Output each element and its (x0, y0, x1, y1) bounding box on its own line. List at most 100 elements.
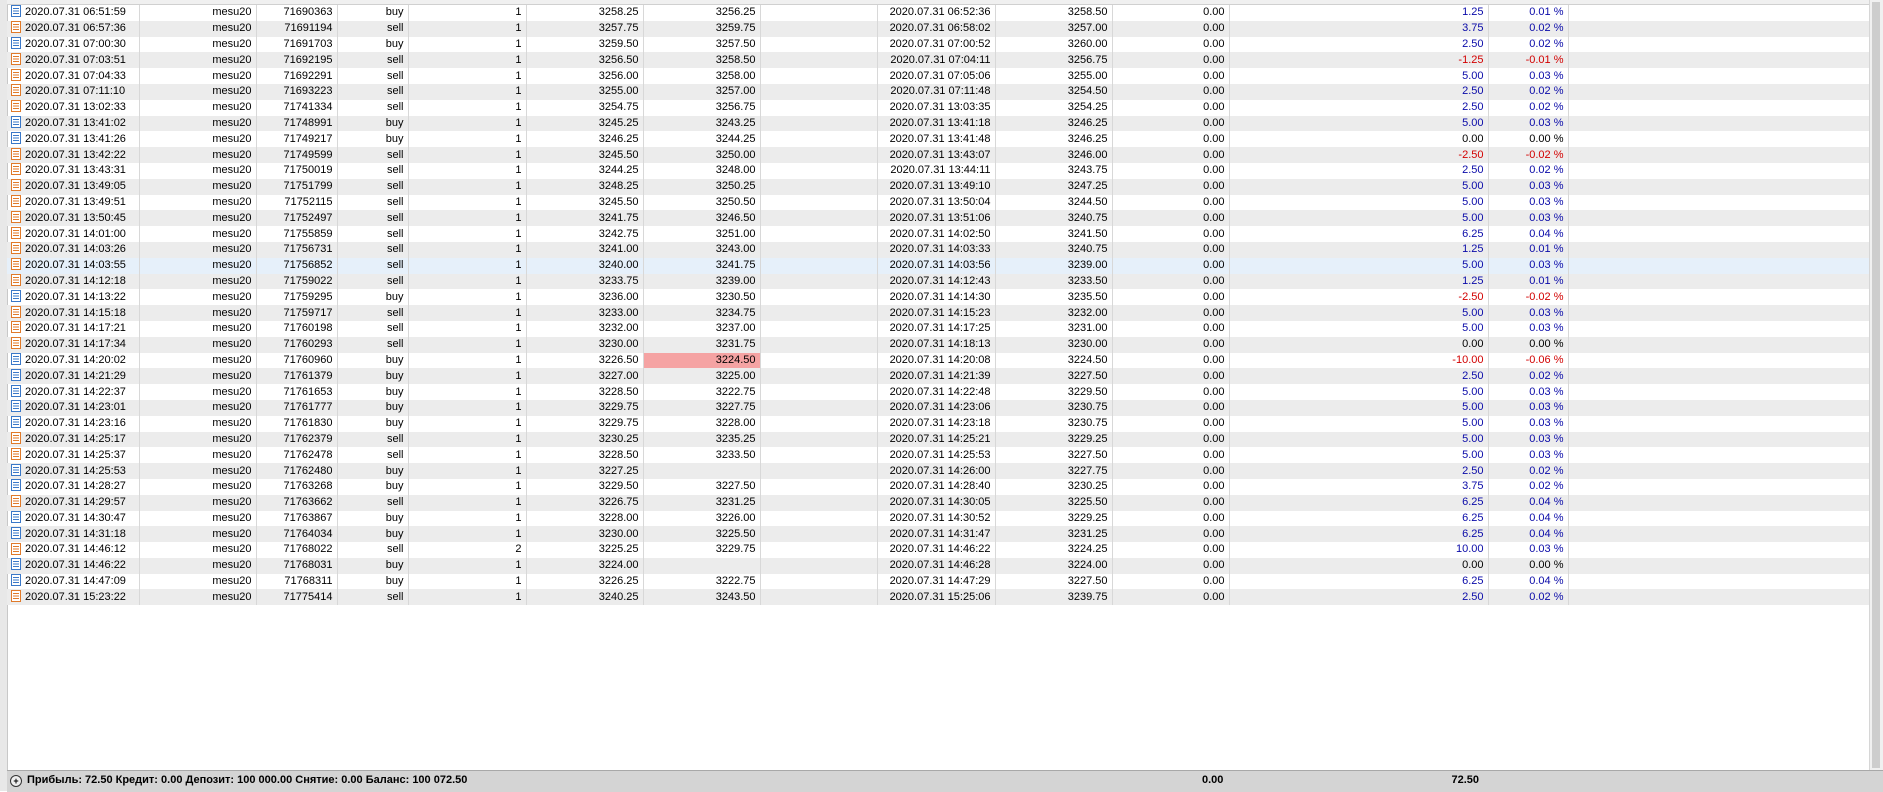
cell-volume: 1 (408, 257, 527, 274)
cell-close-time: 2020.07.31 14:21:39 (877, 368, 996, 385)
cell-type: buy (337, 510, 409, 527)
table-row[interactable]: 2020.07.31 14:31:18 mesu20 71764034 buy 1 323… (7, 526, 1871, 543)
cell-open-time: 2020.07.31 14:13:22 (7, 289, 140, 306)
cell-volume: 1 (408, 573, 527, 590)
cell-ticket: 71752115 (256, 194, 338, 211)
cell-stop-loss (643, 463, 761, 479)
open-time-text: 2020.07.31 14:28:27 (25, 480, 126, 493)
cell-stop-loss: 3230.50 (643, 289, 761, 306)
table-row[interactable]: 2020.07.31 13:41:02 mesu20 71748991 buy 1 324… (7, 115, 1871, 132)
cell-ticket: 71756852 (256, 257, 338, 274)
table-row[interactable]: 2020.07.31 14:46:22 mesu20 71768031 buy 1 322… (7, 557, 1871, 574)
table-row[interactable]: 2020.07.31 14:20:02 mesu20 71760960 buy 1 322… (7, 352, 1871, 369)
cell-symbol: mesu20 (139, 431, 257, 448)
table-row[interactable]: 2020.07.31 14:30:47 mesu20 71763867 buy 1 322… (7, 510, 1871, 527)
cell-profit: 5.00 (1229, 415, 1489, 432)
cell-profit-percent: 0.04 % (1488, 573, 1569, 590)
table-row[interactable]: 2020.07.31 14:46:12 mesu20 71768022 sell 2 32… (7, 542, 1871, 558)
cell-profit: 2.50 (1229, 99, 1489, 116)
open-time-text: 2020.07.31 14:29:57 (25, 496, 126, 509)
open-time-text: 2020.07.31 14:46:22 (25, 559, 126, 572)
table-row[interactable]: 2020.07.31 14:12:18 mesu20 71759022 sell 1 32… (7, 273, 1871, 290)
cell-take-profit (760, 226, 878, 242)
cell-open-price: 3230.00 (526, 526, 644, 543)
cell-type: sell (337, 494, 409, 511)
cell-open-time: 2020.07.31 13:41:02 (7, 115, 140, 132)
cell-profit-percent: 0.03 % (1488, 415, 1569, 432)
table-row[interactable]: 2020.07.31 13:43:31 mesu20 71750019 sell 1 32… (7, 162, 1871, 179)
cell-type: sell (337, 273, 409, 290)
doc-blue-icon (11, 289, 21, 302)
table-row[interactable]: 2020.07.31 13:42:22 mesu20 71749599 sell 1 32… (7, 147, 1871, 163)
table-row[interactable]: 2020.07.31 14:01:00 mesu20 71755859 sell 1 32… (7, 226, 1871, 242)
cell-empty (1568, 273, 1871, 290)
table-row[interactable]: 2020.07.31 14:21:29 mesu20 71761379 buy 1 322… (7, 368, 1871, 385)
cell-symbol: mesu20 (139, 589, 257, 606)
table-row[interactable]: 2020.07.31 14:15:18 mesu20 71759717 sell 1 32… (7, 305, 1871, 321)
table-row[interactable]: 2020.07.31 14:23:16 mesu20 71761830 buy 1 322… (7, 415, 1871, 432)
cell-symbol: mesu20 (139, 557, 257, 574)
table-row[interactable]: 2020.07.31 14:03:26 mesu20 71756731 sell 1 32… (7, 241, 1871, 258)
cell-close-time: 2020.07.31 14:46:22 (877, 542, 996, 558)
table-row[interactable]: 2020.07.31 14:03:55 mesu20 71756852 sell 1 32… (7, 257, 1871, 274)
cell-profit: 6.25 (1229, 494, 1489, 511)
cell-take-profit (760, 115, 878, 132)
table-row[interactable]: 2020.07.31 07:00:30 mesu20 71691703 buy 1 325… (7, 36, 1871, 53)
cell-volume: 1 (408, 526, 527, 543)
table-row[interactable]: 2020.07.31 13:02:33 mesu20 71741334 sell 1 32… (7, 99, 1871, 116)
cell-profit: 1.25 (1229, 241, 1489, 258)
table-row[interactable]: 2020.07.31 14:23:01 mesu20 71761777 buy 1 322… (7, 399, 1871, 416)
cell-ticket: 71760960 (256, 352, 338, 369)
doc-orange-icon (11, 495, 21, 508)
table-row[interactable]: 2020.07.31 14:17:21 mesu20 71760198 sell 1 32… (7, 320, 1871, 337)
cell-open-time: 2020.07.31 13:49:05 (7, 178, 140, 195)
cell-profit-percent: 0.04 % (1488, 510, 1569, 527)
cell-profit-percent: 0.03 % (1488, 399, 1569, 416)
cell-open-price: 3227.25 (526, 463, 644, 479)
cell-stop-loss: 3250.00 (643, 147, 761, 163)
table-row[interactable]: 2020.07.31 13:41:26 mesu20 71749217 buy 1 324… (7, 131, 1871, 148)
cell-stop-loss: 3250.25 (643, 178, 761, 195)
cell-swap: 0.00 (1112, 226, 1230, 242)
table-row[interactable]: 2020.07.31 14:25:17 mesu20 71762379 sell 1 32… (7, 431, 1871, 448)
table-row[interactable]: 2020.07.31 14:29:57 mesu20 71763662 sell 1 32… (7, 494, 1871, 511)
open-time-text: 2020.07.31 14:46:12 (25, 543, 126, 556)
table-row[interactable]: 2020.07.31 07:04:33 mesu20 71692291 sell 1 32… (7, 68, 1871, 84)
cell-stop-loss: 3248.00 (643, 162, 761, 179)
vertical-scrollbar[interactable] (1869, 0, 1883, 770)
cell-swap: 0.00 (1112, 289, 1230, 306)
cell-ticket: 71749599 (256, 147, 338, 163)
cell-symbol: mesu20 (139, 178, 257, 195)
cell-take-profit (760, 589, 878, 606)
table-row[interactable]: 2020.07.31 14:22:37 mesu20 71761653 buy 1 322… (7, 384, 1871, 400)
table-row[interactable]: 2020.07.31 15:23:22 mesu20 71775414 sell 1 32… (7, 589, 1871, 606)
table-row[interactable]: 2020.07.31 14:47:09 mesu20 71768311 buy 1 322… (7, 573, 1871, 590)
cell-close-time: 2020.07.31 14:15:23 (877, 305, 996, 321)
cell-profit-percent: 0.03 % (1488, 384, 1569, 400)
open-time-text: 2020.07.31 07:11:10 (25, 85, 126, 98)
cell-open-time: 2020.07.31 14:23:16 (7, 415, 140, 432)
cell-swap: 0.00 (1112, 494, 1230, 511)
table-row[interactable]: 2020.07.31 07:03:51 mesu20 71692195 sell 1 32… (7, 52, 1871, 69)
table-row[interactable]: 2020.07.31 14:28:27 mesu20 71763268 buy 1 322… (7, 478, 1871, 495)
open-time-text: 2020.07.31 14:47:09 (25, 575, 126, 588)
open-time-text: 2020.07.31 13:41:02 (25, 116, 126, 129)
table-row[interactable]: 2020.07.31 14:17:34 mesu20 71760293 sell 1 32… (7, 336, 1871, 353)
cell-ticket: 71762478 (256, 447, 338, 464)
cell-empty (1568, 147, 1871, 163)
open-time-text: 2020.07.31 13:49:05 (25, 180, 126, 193)
table-row[interactable]: 2020.07.31 13:49:05 mesu20 71751799 sell 1 32… (7, 178, 1871, 195)
table-row[interactable]: 2020.07.31 06:51:59 mesu20 71690363 buy 1 325… (7, 5, 1871, 21)
table-row[interactable]: 2020.07.31 13:49:51 mesu20 71752115 sell 1 32… (7, 194, 1871, 211)
cell-symbol: mesu20 (139, 5, 257, 21)
scrollbar-thumb[interactable] (1872, 2, 1880, 768)
table-row[interactable]: 2020.07.31 14:13:22 mesu20 71759295 buy 1 323… (7, 289, 1871, 306)
table-row[interactable]: 2020.07.31 14:25:37 mesu20 71762478 sell 1 32… (7, 447, 1871, 464)
table-row[interactable]: 2020.07.31 13:50:45 mesu20 71752497 sell 1 32… (7, 210, 1871, 227)
expand-circle-icon[interactable]: + (10, 775, 22, 787)
table-row[interactable]: 2020.07.31 06:57:36 mesu20 71691194 sell 1 32… (7, 20, 1871, 37)
cell-swap: 0.00 (1112, 147, 1230, 163)
cell-ticket: 71749217 (256, 131, 338, 148)
table-row[interactable]: 2020.07.31 07:11:10 mesu20 71693223 sell 1 32… (7, 83, 1871, 100)
table-row[interactable]: 2020.07.31 14:25:53 mesu20 71762480 buy 1 322… (7, 463, 1871, 479)
